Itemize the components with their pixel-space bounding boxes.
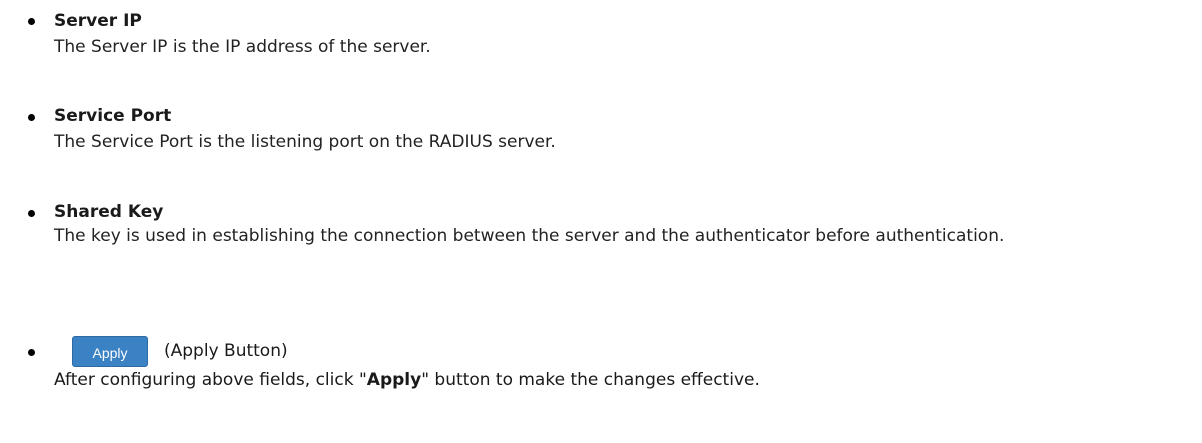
term-service-port: Service Port (54, 106, 172, 126)
list-item-apply: Apply (Apply Button) (0, 336, 1202, 367)
desc-apply-bold: Apply (366, 370, 422, 390)
desc-service-port: The Service Port is the listening port o… (54, 132, 556, 152)
desc-shared-key: The key is used in establishing the conn… (54, 226, 1005, 246)
bullet-icon (28, 349, 35, 356)
bullet-icon (28, 114, 35, 121)
desc-apply-suffix: " button to make the changes effective. (421, 370, 760, 390)
desc-apply-prefix: After configuring above fields, click " (54, 370, 367, 390)
desc-apply: After configuring above fields, click "A… (54, 369, 1194, 391)
bullet-icon (28, 18, 35, 25)
apply-caption: (Apply Button) (164, 341, 288, 361)
bullet-icon (28, 210, 35, 217)
term-server-ip: Server IP (54, 11, 142, 31)
term-shared-key: Shared Key (54, 202, 164, 222)
apply-button[interactable]: Apply (72, 336, 148, 367)
desc-server-ip: The Server IP is the IP address of the s… (54, 37, 431, 57)
help-document: Server IP The Server IP is the IP addres… (0, 0, 1202, 443)
